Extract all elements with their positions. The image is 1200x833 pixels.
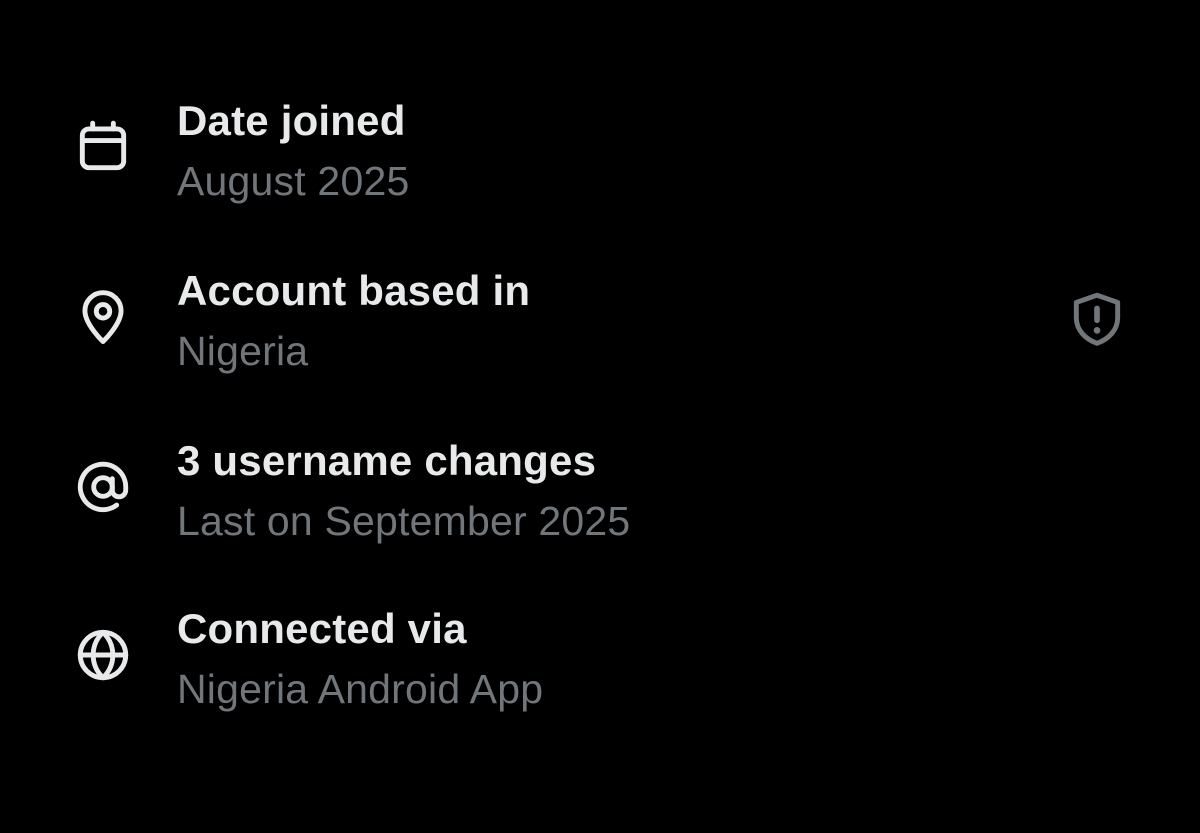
connected-via-title: Connected via xyxy=(177,605,467,652)
location-pin-icon xyxy=(72,286,134,348)
date-joined-title: Date joined xyxy=(177,97,406,144)
username-changes-value: Last on September 2025 xyxy=(177,498,631,544)
account-based-in-title: Account based in xyxy=(177,267,531,314)
date-joined-value: August 2025 xyxy=(177,158,410,204)
globe-icon xyxy=(72,624,134,686)
connected-via-value: Nigeria Android App xyxy=(177,666,544,712)
info-row-account-based-in: Account based in Nigeria xyxy=(0,262,1200,412)
info-row-username-changes: 3 username changes Last on September 202… xyxy=(0,432,1200,582)
info-row-date-joined: Date joined August 2025 xyxy=(0,92,1200,242)
shield-alert-icon[interactable] xyxy=(1066,288,1128,350)
account-based-in-value: Nigeria xyxy=(177,328,309,374)
calendar-icon xyxy=(72,116,134,178)
info-row-connected-via: Connected via Nigeria Android App xyxy=(0,600,1200,750)
account-info-list: Date joined August 2025 Account based in… xyxy=(0,0,1200,833)
username-changes-title: 3 username changes xyxy=(177,437,597,484)
at-sign-icon xyxy=(72,456,134,518)
